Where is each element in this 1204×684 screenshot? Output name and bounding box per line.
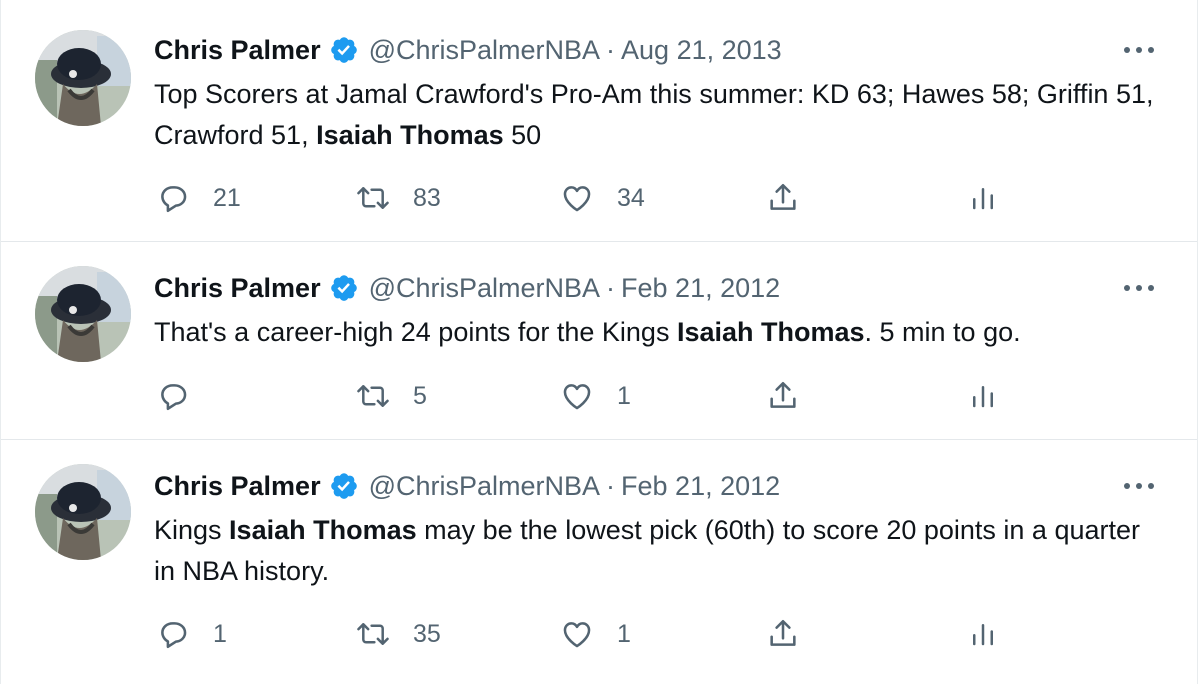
retweet-icon: [355, 378, 391, 414]
like-count: 1: [617, 381, 631, 410]
reply-icon: [155, 378, 191, 414]
verified-badge-icon: [329, 273, 359, 303]
verified-badge-icon: [329, 471, 359, 501]
retweet-count: 35: [413, 619, 441, 648]
more-options-icon[interactable]: [1119, 466, 1159, 506]
retweet-count: 5: [413, 381, 427, 410]
reply-count: 1: [213, 619, 227, 648]
retweet-icon: [355, 180, 391, 216]
tweet-text-part: Top Scorers at Jamal Crawford's Pro-Am t…: [154, 79, 1154, 150]
tweet-date[interactable]: Feb 21, 2012: [621, 273, 780, 304]
retweet-button[interactable]: 5: [355, 376, 427, 416]
like-count: 1: [617, 619, 631, 648]
analytics-icon: [965, 378, 1001, 414]
tweet-text-part: 50: [503, 120, 542, 150]
tweet-text-bold: Isaiah Thomas: [229, 515, 417, 545]
analytics-button[interactable]: [965, 178, 1001, 218]
share-icon: [765, 616, 801, 652]
user-handle[interactable]: @ChrisPalmerNBA: [369, 471, 600, 502]
separator-dot: ·: [606, 34, 616, 65]
tweet-actions: 21 83 34: [1, 178, 1197, 218]
tweet[interactable]: Chris Palmer @ChrisPalmerNBA · Aug 21, 2…: [1, 0, 1197, 242]
tweet-header: Chris Palmer @ChrisPalmerNBA · Feb 21, 2…: [154, 466, 780, 506]
like-button[interactable]: 34: [559, 178, 645, 218]
tweet-header: Chris Palmer @ChrisPalmerNBA · Feb 21, 2…: [154, 268, 780, 308]
tweet-feed: Chris Palmer @ChrisPalmerNBA · Aug 21, 2…: [0, 0, 1198, 684]
analytics-button[interactable]: [965, 376, 1001, 416]
heart-icon: [559, 616, 595, 652]
tweet[interactable]: Chris Palmer @ChrisPalmerNBA · Feb 21, 2…: [1, 440, 1197, 684]
tweet-text: Top Scorers at Jamal Crawford's Pro-Am t…: [154, 74, 1164, 156]
heart-icon: [559, 180, 595, 216]
tweet-actions: 5 1: [1, 376, 1197, 416]
like-count: 34: [617, 183, 645, 212]
tweet-actions: 1 35 1: [1, 614, 1197, 654]
share-icon: [765, 378, 801, 414]
tweet-text-part: Kings: [154, 515, 230, 545]
more-options-icon[interactable]: [1119, 30, 1159, 70]
tweet-text-bold: Isaiah Thomas: [676, 317, 865, 347]
avatar[interactable]: [35, 266, 131, 362]
share-button[interactable]: [765, 178, 801, 218]
tweet-text: Kings Isaiah Thomas may be the lowest pi…: [154, 510, 1164, 592]
like-button[interactable]: 1: [559, 376, 631, 416]
like-button[interactable]: 1: [559, 614, 631, 654]
tweet-header: Chris Palmer @ChrisPalmerNBA · Aug 21, 2…: [154, 30, 782, 70]
more-options-icon[interactable]: [1119, 268, 1159, 308]
reply-button[interactable]: [155, 376, 213, 416]
reply-button[interactable]: 21: [155, 178, 241, 218]
retweet-count: 83: [413, 183, 441, 212]
user-handle[interactable]: @ChrisPalmerNBA: [369, 273, 600, 304]
share-icon: [765, 180, 801, 216]
tweet-text: That's a career-high 24 points for the K…: [154, 312, 1164, 353]
tweet-text-part: . 5 min to go.: [864, 317, 1021, 347]
reply-icon: [155, 180, 191, 216]
display-name[interactable]: Chris Palmer: [154, 35, 321, 66]
heart-icon: [559, 378, 595, 414]
tweet-text-bold: Isaiah Thomas: [316, 120, 504, 150]
avatar[interactable]: [35, 30, 131, 126]
analytics-icon: [965, 616, 1001, 652]
verified-badge-icon: [329, 35, 359, 65]
reply-count: 21: [213, 183, 241, 212]
share-button[interactable]: [765, 376, 801, 416]
separator-dot: ·: [606, 272, 616, 303]
retweet-button[interactable]: 35: [355, 614, 441, 654]
tweet-text-part: That's a career-high 24 points for the K…: [154, 317, 677, 347]
user-handle[interactable]: @ChrisPalmerNBA: [369, 35, 600, 66]
retweet-button[interactable]: 83: [355, 178, 441, 218]
reply-button[interactable]: 1: [155, 614, 227, 654]
display-name[interactable]: Chris Palmer: [154, 273, 321, 304]
tweet-date[interactable]: Aug 21, 2013: [621, 35, 782, 66]
tweet-date[interactable]: Feb 21, 2012: [621, 471, 780, 502]
retweet-icon: [355, 616, 391, 652]
analytics-button[interactable]: [965, 614, 1001, 654]
reply-icon: [155, 616, 191, 652]
avatar[interactable]: [35, 464, 131, 560]
separator-dot: ·: [606, 470, 616, 501]
tweet[interactable]: Chris Palmer @ChrisPalmerNBA · Feb 21, 2…: [1, 242, 1197, 440]
share-button[interactable]: [765, 614, 801, 654]
display-name[interactable]: Chris Palmer: [154, 471, 321, 502]
analytics-icon: [965, 180, 1001, 216]
